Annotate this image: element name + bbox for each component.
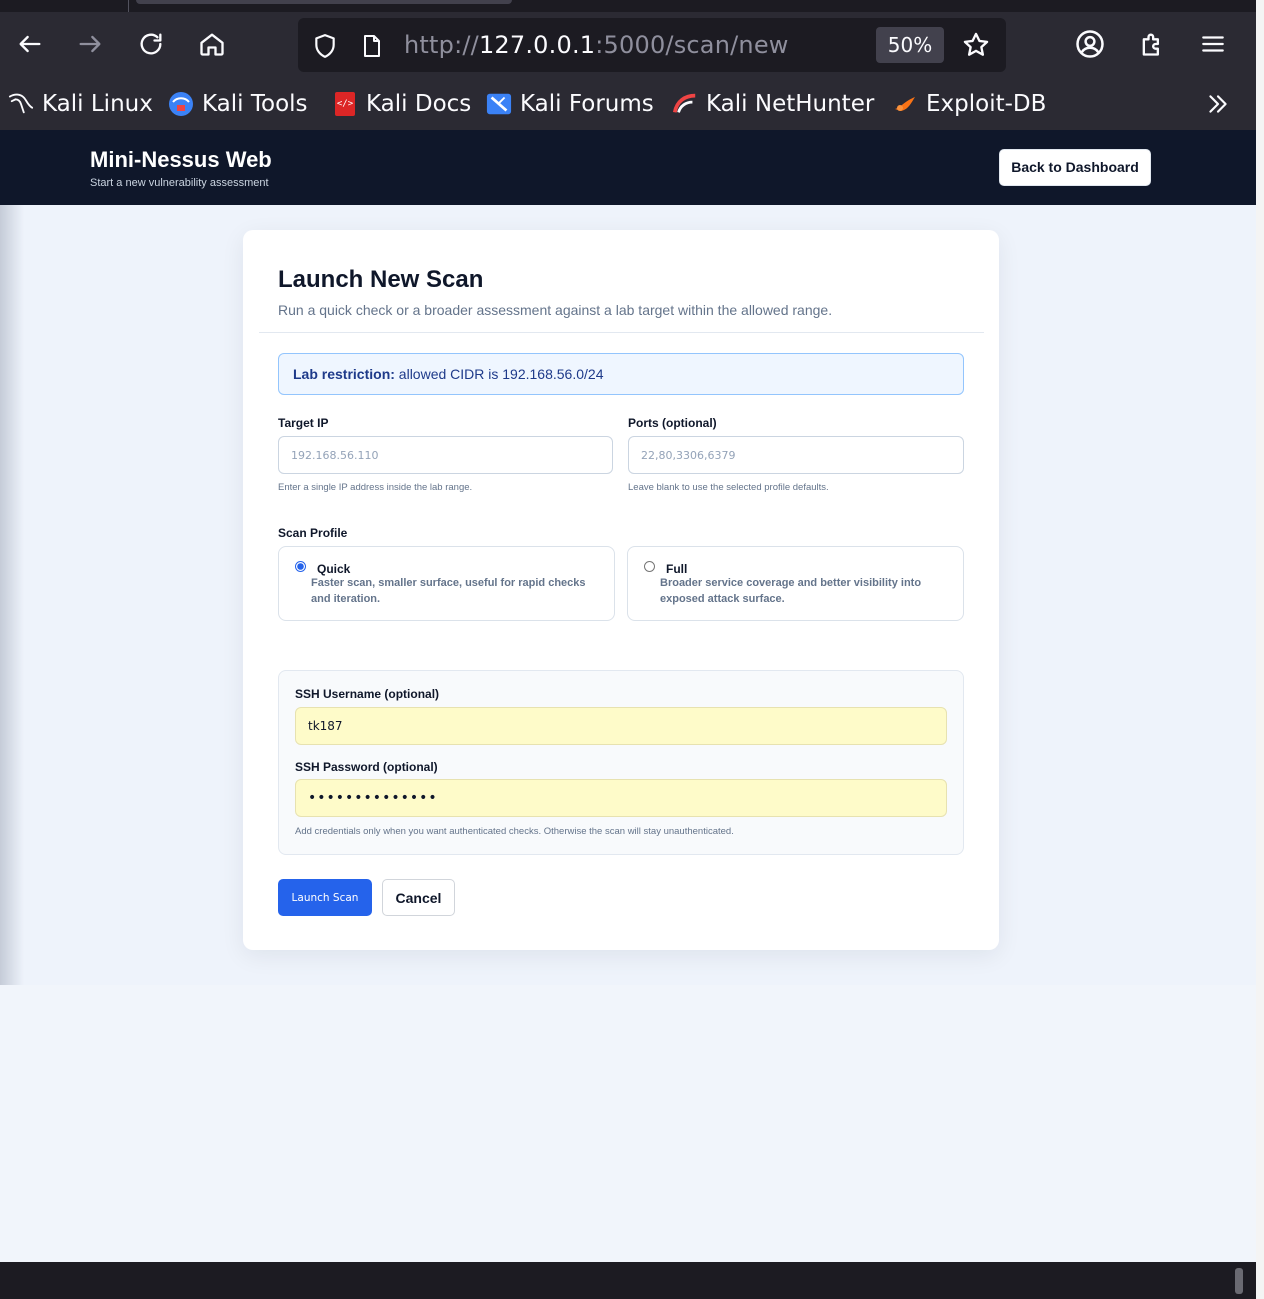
- bookmark-kali-linux[interactable]: Kali Linux: [8, 90, 153, 118]
- notice-label: Lab restriction:: [293, 366, 395, 382]
- page-viewport: Mini-Nessus Web Start a new vulnerabilit…: [0, 130, 1256, 1262]
- profile-quick-description: Faster scan, smaller surface, useful for…: [311, 577, 586, 605]
- profile-option-quick[interactable]: Quick Faster scan, smaller surface, usef…: [278, 546, 615, 621]
- back-to-dashboard-button[interactable]: Back to Dashboard: [999, 149, 1151, 186]
- bookmark-kali-docs[interactable]: </> Kali Docs: [332, 90, 471, 118]
- bookmarks-toolbar: Kali Linux Kali Tools </> Kali Docs Kali…: [0, 78, 1256, 130]
- profile-quick-radio[interactable]: [295, 561, 306, 572]
- home-icon[interactable]: [194, 26, 230, 62]
- app-title: Mini-Nessus Web: [90, 147, 272, 172]
- target-ip-hint: Enter a single IP address inside the lab…: [278, 482, 473, 493]
- launch-scan-button[interactable]: Launch Scan: [278, 879, 372, 916]
- form-title: Launch New Scan: [278, 266, 484, 293]
- profile-quick-name: Quick: [317, 562, 351, 576]
- ports-input[interactable]: [628, 436, 964, 474]
- ssh-credentials-hint: Add credentials only when you want authe…: [295, 826, 734, 837]
- ssh-password-input[interactable]: [295, 779, 947, 817]
- divider: [259, 332, 984, 333]
- target-ip-label: Target IP: [278, 416, 329, 430]
- bookmark-kali-tools[interactable]: Kali Tools: [168, 90, 308, 118]
- ports-label: Ports (optional): [628, 416, 717, 430]
- bookmark-star-icon[interactable]: [962, 31, 990, 64]
- kali-tools-icon: [168, 91, 194, 117]
- scan-profile-label: Scan Profile: [278, 526, 348, 540]
- window-edge: [1256, 0, 1264, 1299]
- forward-arrow-icon[interactable]: [72, 26, 108, 62]
- back-arrow-icon[interactable]: [12, 26, 48, 62]
- kali-forums-icon: [486, 91, 512, 117]
- account-icon[interactable]: [1072, 26, 1108, 62]
- tracking-protection-shield-icon[interactable]: [312, 33, 338, 64]
- status-bar: [0, 1262, 1256, 1299]
- launch-scan-card: Launch New Scan Run a quick check or a b…: [243, 230, 999, 950]
- resize-grip[interactable]: [1235, 1268, 1243, 1294]
- cancel-button[interactable]: Cancel: [382, 879, 455, 916]
- svg-text:</>: </>: [337, 99, 354, 109]
- url-text[interactable]: http://127.0.0.1:5000/scan/new: [404, 31, 789, 59]
- ssh-username-label: SSH Username (optional): [295, 687, 440, 701]
- ports-hint: Leave blank to use the selected profile …: [628, 482, 829, 493]
- ssh-credentials-panel: SSH Username (optional) SSH Password (op…: [278, 670, 964, 855]
- bookmarks-overflow-chevron-icon[interactable]: [1200, 86, 1236, 122]
- notice-text: allowed CIDR is 192.168.56.0/24: [394, 366, 604, 382]
- app-header: Mini-Nessus Web Start a new vulnerabilit…: [0, 130, 1256, 205]
- ssh-username-input[interactable]: [295, 707, 947, 745]
- profile-full-radio[interactable]: [644, 561, 655, 572]
- tab-strip: [0, 0, 1256, 12]
- form-subtitle: Run a quick check or a broader assessmen…: [278, 302, 833, 318]
- extensions-puzzle-icon[interactable]: [1134, 26, 1170, 62]
- url-bar[interactable]: http://127.0.0.1:5000/scan/new 50%: [298, 18, 1006, 72]
- profile-full-description: Broader service coverage and better visi…: [660, 577, 922, 605]
- ssh-password-label: SSH Password (optional): [295, 760, 438, 774]
- reload-icon[interactable]: [133, 26, 169, 62]
- target-ip-input[interactable]: [278, 436, 613, 474]
- profile-option-full[interactable]: Full Broader service coverage and better…: [627, 546, 964, 621]
- kali-dragon-icon: [8, 91, 34, 117]
- profile-full-name: Full: [666, 562, 688, 576]
- page-background: [0, 985, 1256, 1262]
- kali-nethunter-icon: [672, 91, 698, 117]
- exploit-db-icon: [892, 91, 918, 117]
- app-subtitle: Start a new vulnerability assessment: [90, 177, 269, 189]
- bookmark-kali-nethunter[interactable]: Kali NetHunter: [672, 90, 874, 118]
- page-info-icon[interactable]: [360, 33, 384, 64]
- zoom-level-badge[interactable]: 50%: [876, 27, 944, 63]
- bookmark-kali-forums[interactable]: Kali Forums: [486, 90, 654, 118]
- active-tab[interactable]: [136, 0, 512, 4]
- lab-restriction-notice: Lab restriction: allowed CIDR is 192.168…: [278, 353, 964, 395]
- hamburger-menu-icon[interactable]: [1195, 26, 1231, 62]
- navigation-toolbar: http://127.0.0.1:5000/scan/new 50%: [0, 12, 1256, 78]
- bookmark-exploit-db[interactable]: Exploit-DB: [892, 90, 1046, 118]
- kali-docs-icon: </>: [332, 91, 358, 117]
- tab-separator: [128, 0, 129, 12]
